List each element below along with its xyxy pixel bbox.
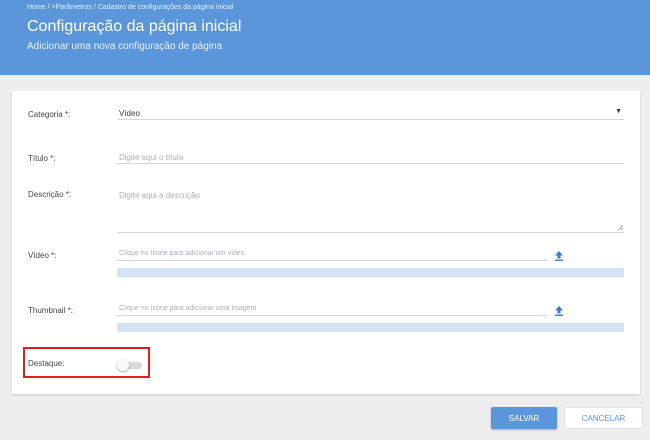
resize-handle-icon[interactable]	[618, 225, 623, 230]
destaque-label: Destaque:	[28, 359, 65, 368]
descricao-textarea[interactable]: Digite aqui a descrição	[117, 191, 624, 233]
video-placeholder: Clique no ícone para adicionar um vídeo	[119, 250, 245, 257]
categoria-select[interactable]: Vídeo ▼	[117, 108, 624, 120]
destaque-toggle[interactable]	[117, 359, 142, 371]
titulo-label: Título *:	[28, 154, 56, 163]
page-header: Home / >Parâmetros / Cadastro de configu…	[0, 0, 650, 75]
thumbnail-input[interactable]: Clique no ícone para adicionar uma image…	[117, 304, 547, 316]
breadcrumb[interactable]: Home / >Parâmetros / Cadastro de configu…	[27, 4, 233, 11]
cancel-button[interactable]: CANCELAR	[564, 407, 643, 429]
thumbnail-progress-bar	[117, 323, 624, 332]
toggle-thumb[interactable]	[117, 359, 129, 371]
page-title: Configuração da página inicial	[27, 18, 242, 35]
form-card: Categoria *: Vídeo ▼ Título *: Digite aq…	[12, 91, 640, 394]
thumbnail-placeholder: Clique no ícone para adicionar uma image…	[119, 305, 257, 312]
titulo-input[interactable]: Digite aqui o título	[117, 152, 624, 164]
descricao-placeholder: Digite aqui a descrição	[119, 191, 200, 200]
video-label: Vídeo *:	[28, 251, 57, 260]
save-button[interactable]: SALVAR	[491, 407, 557, 429]
categoria-label: Categoria *:	[28, 110, 71, 119]
caret-down-icon: ▼	[615, 108, 622, 115]
upload-icon[interactable]	[553, 305, 565, 317]
thumbnail-label: Thumbnail *:	[28, 306, 73, 315]
titulo-placeholder: Digite aqui o título	[119, 153, 184, 162]
video-progress-bar	[117, 268, 624, 277]
upload-icon[interactable]	[553, 250, 565, 262]
descricao-label: Descrição *:	[28, 190, 72, 199]
video-input[interactable]: Clique no ícone para adicionar um vídeo	[117, 249, 547, 261]
page-subtitle: Adicionar uma nova configuração de págin…	[27, 41, 223, 52]
categoria-value: Vídeo	[119, 109, 140, 118]
